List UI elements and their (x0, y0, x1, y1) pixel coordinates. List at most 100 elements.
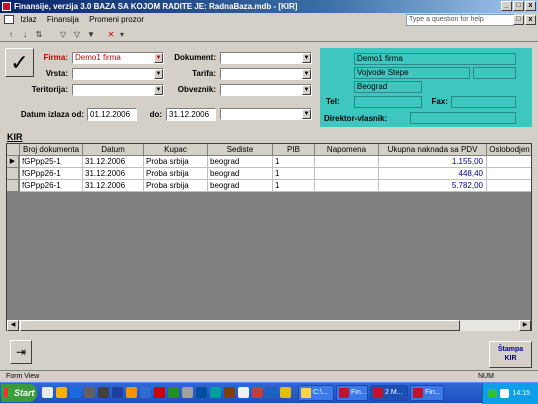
table-cell[interactable]: beograd (208, 180, 273, 192)
table-cell[interactable]: 1 (273, 168, 315, 180)
sort-ascending-icon[interactable]: ↑ (6, 30, 16, 39)
tray-icon[interactable] (488, 389, 497, 398)
dokument-select[interactable]: ▼ (220, 52, 312, 64)
menu-izlaz[interactable]: Izlaz (20, 15, 36, 24)
browser-icon[interactable] (70, 387, 81, 398)
start-button[interactable]: Start (1, 384, 37, 402)
scroll-left-icon[interactable]: ◀ (7, 320, 19, 331)
table-cell[interactable]: 1 (273, 180, 315, 192)
doc-close-button[interactable]: x (525, 15, 536, 25)
table-cell[interactable] (315, 156, 379, 168)
remove-sort-icon[interactable]: ⇅ (34, 30, 44, 39)
column-header-oslobodjen[interactable]: Oslobodjen (487, 144, 531, 156)
quicklaunch-icon[interactable] (182, 387, 193, 398)
quicklaunch-icon[interactable] (224, 387, 235, 398)
menu-promeni-prozor[interactable]: Promeni prozor (89, 15, 144, 24)
table-cell[interactable]: 31.12.2006 (83, 180, 144, 192)
quicklaunch-icon[interactable] (238, 387, 249, 398)
apply-filter-icon[interactable]: ▼ (86, 30, 96, 39)
column-header-kupac[interactable]: Kupac (144, 144, 208, 156)
filter-by-selection-icon[interactable]: ▽ (58, 30, 68, 39)
table-cell[interactable] (487, 180, 531, 192)
column-header-pib[interactable]: PIB (273, 144, 315, 156)
task-finansije-1[interactable]: Fin... (336, 385, 368, 401)
tarifa-select[interactable]: ▼ (220, 68, 312, 80)
quicklaunch-icon[interactable] (98, 387, 109, 398)
obveznik-select[interactable]: ▼ (220, 84, 312, 96)
table-cell[interactable]: fGPpp26-1 (20, 180, 83, 192)
kir-datagrid[interactable]: Broj dokumenta Datum Kupac Sediste PIB N… (6, 143, 532, 331)
table-cell[interactable]: beograd (208, 156, 273, 168)
quicklaunch-icon[interactable] (280, 387, 291, 398)
quicklaunch-icon[interactable] (196, 387, 207, 398)
filter-by-form-icon[interactable]: ▽ (72, 30, 82, 39)
extra-select[interactable]: ▼ (220, 108, 312, 120)
scroll-right-icon[interactable]: ▶ (519, 320, 531, 331)
minimize-button[interactable]: _ (501, 1, 512, 11)
table-cell[interactable] (487, 168, 531, 180)
clock[interactable]: 14:15 (512, 390, 530, 397)
table-cell[interactable]: beograd (208, 168, 273, 180)
quicklaunch-icon[interactable] (154, 387, 165, 398)
table-cell[interactable] (315, 180, 379, 192)
quicklaunch-icon[interactable] (266, 387, 277, 398)
table-cell[interactable] (315, 168, 379, 180)
quicklaunch-icon[interactable] (56, 387, 67, 398)
datum-do-input[interactable]: 31.12.2006 (166, 108, 216, 121)
print-kir-button[interactable]: Štampa KIR (489, 341, 532, 368)
toolbar-dropdown-icon[interactable]: ▾ (117, 30, 127, 39)
horizontal-scrollbar[interactable]: ◀ ▶ (7, 319, 531, 331)
column-header-ukupna[interactable]: Ukupna naknada sa PDV (379, 144, 487, 156)
quicklaunch-icon[interactable] (168, 387, 179, 398)
help-search-input[interactable]: Type a question for help (406, 14, 514, 26)
table-cell[interactable]: Proba srbija (144, 168, 208, 180)
chevron-down-icon[interactable]: ▼ (302, 109, 311, 119)
vrsta-select[interactable]: ▼ (72, 68, 164, 80)
datum-od-input[interactable]: 01.12.2006 (87, 108, 137, 121)
quicklaunch-icon[interactable] (42, 387, 53, 398)
table-cell[interactable]: 1 (273, 156, 315, 168)
close-button[interactable]: x (525, 1, 536, 11)
delete-icon[interactable]: ✕ (106, 30, 116, 39)
doc-maximize-button[interactable]: □ (513, 15, 524, 25)
table-cell[interactable]: Proba srbija (144, 156, 208, 168)
menu-finansija[interactable]: Finansija (47, 15, 79, 24)
quicklaunch-icon[interactable] (140, 387, 151, 398)
sort-descending-icon[interactable]: ↓ (20, 30, 30, 39)
task-explorer[interactable]: C:\... (298, 385, 334, 401)
table-cell[interactable]: 5.782,00 (379, 180, 487, 192)
table-cell[interactable] (487, 156, 531, 168)
chevron-down-icon[interactable]: ▼ (302, 85, 311, 95)
table-cell[interactable]: 1.155,00 (379, 156, 487, 168)
chevron-down-icon[interactable]: ▼ (154, 53, 163, 63)
table-cell[interactable]: 448,40 (379, 168, 487, 180)
chevron-down-icon[interactable]: ▼ (302, 69, 311, 79)
apply-check-button[interactable]: ✓ (5, 48, 34, 77)
column-header-sediste[interactable]: Sediste (208, 144, 273, 156)
quicklaunch-icon[interactable] (126, 387, 137, 398)
volume-icon[interactable] (500, 389, 509, 398)
table-cell[interactable]: 31.12.2006 (83, 168, 144, 180)
table-cell[interactable]: fGPpp26-1 (20, 168, 83, 180)
task-finansije-2[interactable]: Fin... (410, 385, 444, 401)
teritorija-select[interactable]: ▼ (72, 84, 164, 96)
maximize-button[interactable]: □ (513, 1, 524, 11)
table-cell[interactable]: 31.12.2006 (83, 156, 144, 168)
quicklaunch-icon[interactable] (252, 387, 263, 398)
quicklaunch-icon[interactable] (210, 387, 221, 398)
firma-select[interactable]: Demo1 firma ▼ (72, 52, 164, 64)
row-selector-current-icon[interactable]: ▶ (7, 156, 19, 168)
chevron-down-icon[interactable]: ▼ (154, 85, 163, 95)
chevron-down-icon[interactable]: ▼ (302, 53, 311, 63)
task-group-2[interactable]: 2 M... (370, 385, 408, 401)
scroll-thumb[interactable] (20, 320, 460, 331)
column-header-datum[interactable]: Datum (83, 144, 144, 156)
table-cell[interactable]: Proba srbija (144, 180, 208, 192)
chevron-down-icon[interactable]: ▼ (154, 69, 163, 79)
quicklaunch-icon[interactable] (84, 387, 95, 398)
row-selector[interactable] (7, 168, 19, 180)
column-header-broj[interactable]: Broj dokumenta (20, 144, 83, 156)
exit-button[interactable]: ⇥ (10, 340, 32, 364)
table-cell[interactable]: fGPpp25-1 (20, 156, 83, 168)
quicklaunch-icon[interactable] (112, 387, 123, 398)
